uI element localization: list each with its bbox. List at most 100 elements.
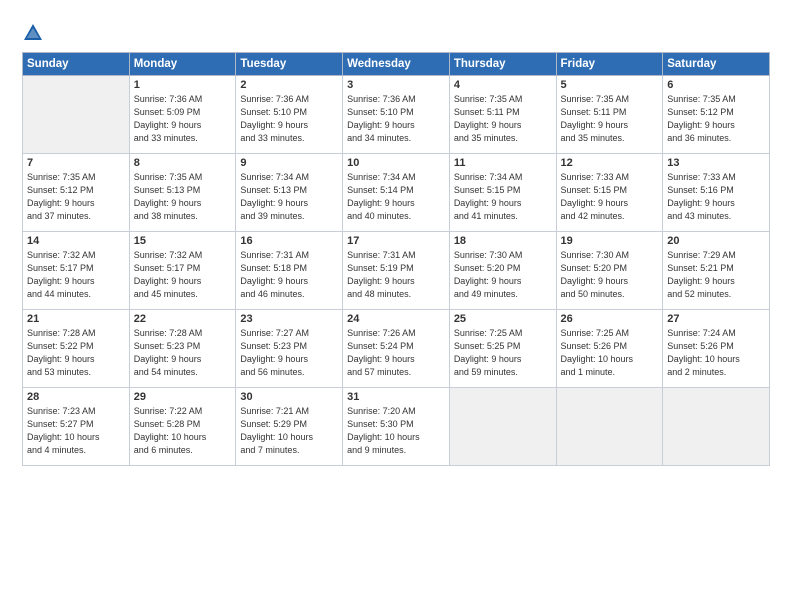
calendar-cell: 7Sunrise: 7:35 AM Sunset: 5:12 PM Daylig… <box>23 154 130 232</box>
calendar-week-row: 7Sunrise: 7:35 AM Sunset: 5:12 PM Daylig… <box>23 154 770 232</box>
day-info: Sunrise: 7:26 AM Sunset: 5:24 PM Dayligh… <box>347 327 445 379</box>
day-info: Sunrise: 7:35 AM Sunset: 5:11 PM Dayligh… <box>454 93 552 145</box>
calendar-cell: 18 Sunrise: 7:30 AM Sunset: 5:20 PM Dayli… <box>449 232 556 310</box>
calendar-cell <box>449 388 556 466</box>
calendar-cell: 16 Sunrise: 7:31 AM Sunset: 5:18 PM Dayli… <box>236 232 343 310</box>
calendar-cell: 11 Sunrise: 7:34 AM Sunset: 5:15 PM Dayli… <box>449 154 556 232</box>
calendar-cell: 19 Sunrise: 7:30 AM Sunset: 5:20 PM Dayli… <box>556 232 663 310</box>
logo <box>22 22 48 44</box>
day-number: 8 <box>134 157 232 169</box>
day-info: Sunrise: 7:27 AM Sunset: 5:23 PM Dayligh… <box>240 327 338 379</box>
day-number: 16 <box>240 235 338 247</box>
weekday-header: Friday <box>556 53 663 76</box>
calendar-cell: 17 Sunrise: 7:31 AM Sunset: 5:19 PM Dayli… <box>343 232 450 310</box>
weekday-header: Wednesday <box>343 53 450 76</box>
calendar-cell <box>556 388 663 466</box>
day-number: 3 <box>347 79 445 91</box>
calendar-cell: 28 Sunrise: 7:23 AM Sunset: 5:27 PM Dayli… <box>23 388 130 466</box>
calendar-cell: 10 Sunrise: 7:34 AM Sunset: 5:14 PM Dayli… <box>343 154 450 232</box>
day-number: 10 <box>347 157 445 169</box>
calendar-cell: 2Sunrise: 7:36 AM Sunset: 5:10 PM Daylig… <box>236 76 343 154</box>
day-number: 25 <box>454 313 552 325</box>
day-info: Sunrise: 7:35 AM Sunset: 5:13 PM Dayligh… <box>134 171 232 223</box>
day-number: 24 <box>347 313 445 325</box>
day-info: Sunrise: 7:34 AM Sunset: 5:14 PM Dayligh… <box>347 171 445 223</box>
day-number: 22 <box>134 313 232 325</box>
day-info: Sunrise: 7:33 AM Sunset: 5:15 PM Dayligh… <box>561 171 659 223</box>
weekday-header: Sunday <box>23 53 130 76</box>
calendar-cell: 24 Sunrise: 7:26 AM Sunset: 5:24 PM Dayli… <box>343 310 450 388</box>
calendar-week-row: 21 Sunrise: 7:28 AM Sunset: 5:22 PM Dayli… <box>23 310 770 388</box>
day-number: 6 <box>667 79 765 91</box>
calendar-cell: 15 Sunrise: 7:32 AM Sunset: 5:17 PM Dayli… <box>129 232 236 310</box>
day-number: 5 <box>561 79 659 91</box>
day-number: 14 <box>27 235 125 247</box>
day-number: 29 <box>134 391 232 403</box>
day-info: Sunrise: 7:34 AM Sunset: 5:15 PM Dayligh… <box>454 171 552 223</box>
day-info: Sunrise: 7:30 AM Sunset: 5:20 PM Dayligh… <box>561 249 659 301</box>
day-info: Sunrise: 7:20 AM Sunset: 5:30 PM Dayligh… <box>347 405 445 457</box>
day-info: Sunrise: 7:25 AM Sunset: 5:25 PM Dayligh… <box>454 327 552 379</box>
day-number: 4 <box>454 79 552 91</box>
calendar-cell: 21 Sunrise: 7:28 AM Sunset: 5:22 PM Dayli… <box>23 310 130 388</box>
day-number: 2 <box>240 79 338 91</box>
day-info: Sunrise: 7:30 AM Sunset: 5:20 PM Dayligh… <box>454 249 552 301</box>
calendar-cell: 26 Sunrise: 7:25 AM Sunset: 5:26 PM Dayli… <box>556 310 663 388</box>
day-info: Sunrise: 7:31 AM Sunset: 5:18 PM Dayligh… <box>240 249 338 301</box>
header <box>22 18 770 44</box>
calendar-cell: 4 Sunrise: 7:35 AM Sunset: 5:11 PM Daylig… <box>449 76 556 154</box>
day-number: 20 <box>667 235 765 247</box>
calendar-cell: 27 Sunrise: 7:24 AM Sunset: 5:26 PM Dayli… <box>663 310 770 388</box>
calendar-cell <box>663 388 770 466</box>
day-info: Sunrise: 7:35 AM Sunset: 5:12 PM Dayligh… <box>667 93 765 145</box>
day-number: 30 <box>240 391 338 403</box>
weekday-header: Thursday <box>449 53 556 76</box>
day-info: Sunrise: 7:36 AM Sunset: 5:10 PM Dayligh… <box>347 93 445 145</box>
day-info: Sunrise: 7:23 AM Sunset: 5:27 PM Dayligh… <box>27 405 125 457</box>
day-number: 18 <box>454 235 552 247</box>
day-number: 23 <box>240 313 338 325</box>
day-info: Sunrise: 7:34 AM Sunset: 5:13 PM Dayligh… <box>240 171 338 223</box>
calendar-week-row: 1Sunrise: 7:36 AM Sunset: 5:09 PM Daylig… <box>23 76 770 154</box>
day-info: Sunrise: 7:24 AM Sunset: 5:26 PM Dayligh… <box>667 327 765 379</box>
day-number: 11 <box>454 157 552 169</box>
day-number: 28 <box>27 391 125 403</box>
day-number: 19 <box>561 235 659 247</box>
day-number: 31 <box>347 391 445 403</box>
day-number: 13 <box>667 157 765 169</box>
day-number: 27 <box>667 313 765 325</box>
day-info: Sunrise: 7:31 AM Sunset: 5:19 PM Dayligh… <box>347 249 445 301</box>
calendar-cell: 22 Sunrise: 7:28 AM Sunset: 5:23 PM Dayli… <box>129 310 236 388</box>
calendar-cell: 30 Sunrise: 7:21 AM Sunset: 5:29 PM Dayli… <box>236 388 343 466</box>
calendar-cell: 9Sunrise: 7:34 AM Sunset: 5:13 PM Daylig… <box>236 154 343 232</box>
calendar-week-row: 28 Sunrise: 7:23 AM Sunset: 5:27 PM Dayli… <box>23 388 770 466</box>
calendar-cell: 20Sunrise: 7:29 AM Sunset: 5:21 PM Dayli… <box>663 232 770 310</box>
calendar-cell: 1Sunrise: 7:36 AM Sunset: 5:09 PM Daylig… <box>129 76 236 154</box>
calendar-cell: 3 Sunrise: 7:36 AM Sunset: 5:10 PM Daylig… <box>343 76 450 154</box>
calendar-cell: 8 Sunrise: 7:35 AM Sunset: 5:13 PM Daylig… <box>129 154 236 232</box>
day-info: Sunrise: 7:28 AM Sunset: 5:23 PM Dayligh… <box>134 327 232 379</box>
day-info: Sunrise: 7:25 AM Sunset: 5:26 PM Dayligh… <box>561 327 659 379</box>
day-number: 1 <box>134 79 232 91</box>
weekday-header-row: SundayMondayTuesdayWednesdayThursdayFrid… <box>23 53 770 76</box>
calendar-table: SundayMondayTuesdayWednesdayThursdayFrid… <box>22 52 770 466</box>
day-info: Sunrise: 7:28 AM Sunset: 5:22 PM Dayligh… <box>27 327 125 379</box>
day-number: 12 <box>561 157 659 169</box>
day-number: 26 <box>561 313 659 325</box>
day-number: 21 <box>27 313 125 325</box>
day-info: Sunrise: 7:33 AM Sunset: 5:16 PM Dayligh… <box>667 171 765 223</box>
day-info: Sunrise: 7:35 AM Sunset: 5:11 PM Dayligh… <box>561 93 659 145</box>
calendar-cell: 13 Sunrise: 7:33 AM Sunset: 5:16 PM Dayli… <box>663 154 770 232</box>
day-info: Sunrise: 7:32 AM Sunset: 5:17 PM Dayligh… <box>134 249 232 301</box>
day-number: 7 <box>27 157 125 169</box>
day-info: Sunrise: 7:32 AM Sunset: 5:17 PM Dayligh… <box>27 249 125 301</box>
calendar-page: SundayMondayTuesdayWednesdayThursdayFrid… <box>0 0 792 612</box>
calendar-cell: 12 Sunrise: 7:33 AM Sunset: 5:15 PM Dayli… <box>556 154 663 232</box>
day-info: Sunrise: 7:21 AM Sunset: 5:29 PM Dayligh… <box>240 405 338 457</box>
day-info: Sunrise: 7:22 AM Sunset: 5:28 PM Dayligh… <box>134 405 232 457</box>
day-number: 15 <box>134 235 232 247</box>
day-number: 17 <box>347 235 445 247</box>
calendar-week-row: 14 Sunrise: 7:32 AM Sunset: 5:17 PM Dayli… <box>23 232 770 310</box>
weekday-header: Saturday <box>663 53 770 76</box>
calendar-cell: 5 Sunrise: 7:35 AM Sunset: 5:11 PM Daylig… <box>556 76 663 154</box>
